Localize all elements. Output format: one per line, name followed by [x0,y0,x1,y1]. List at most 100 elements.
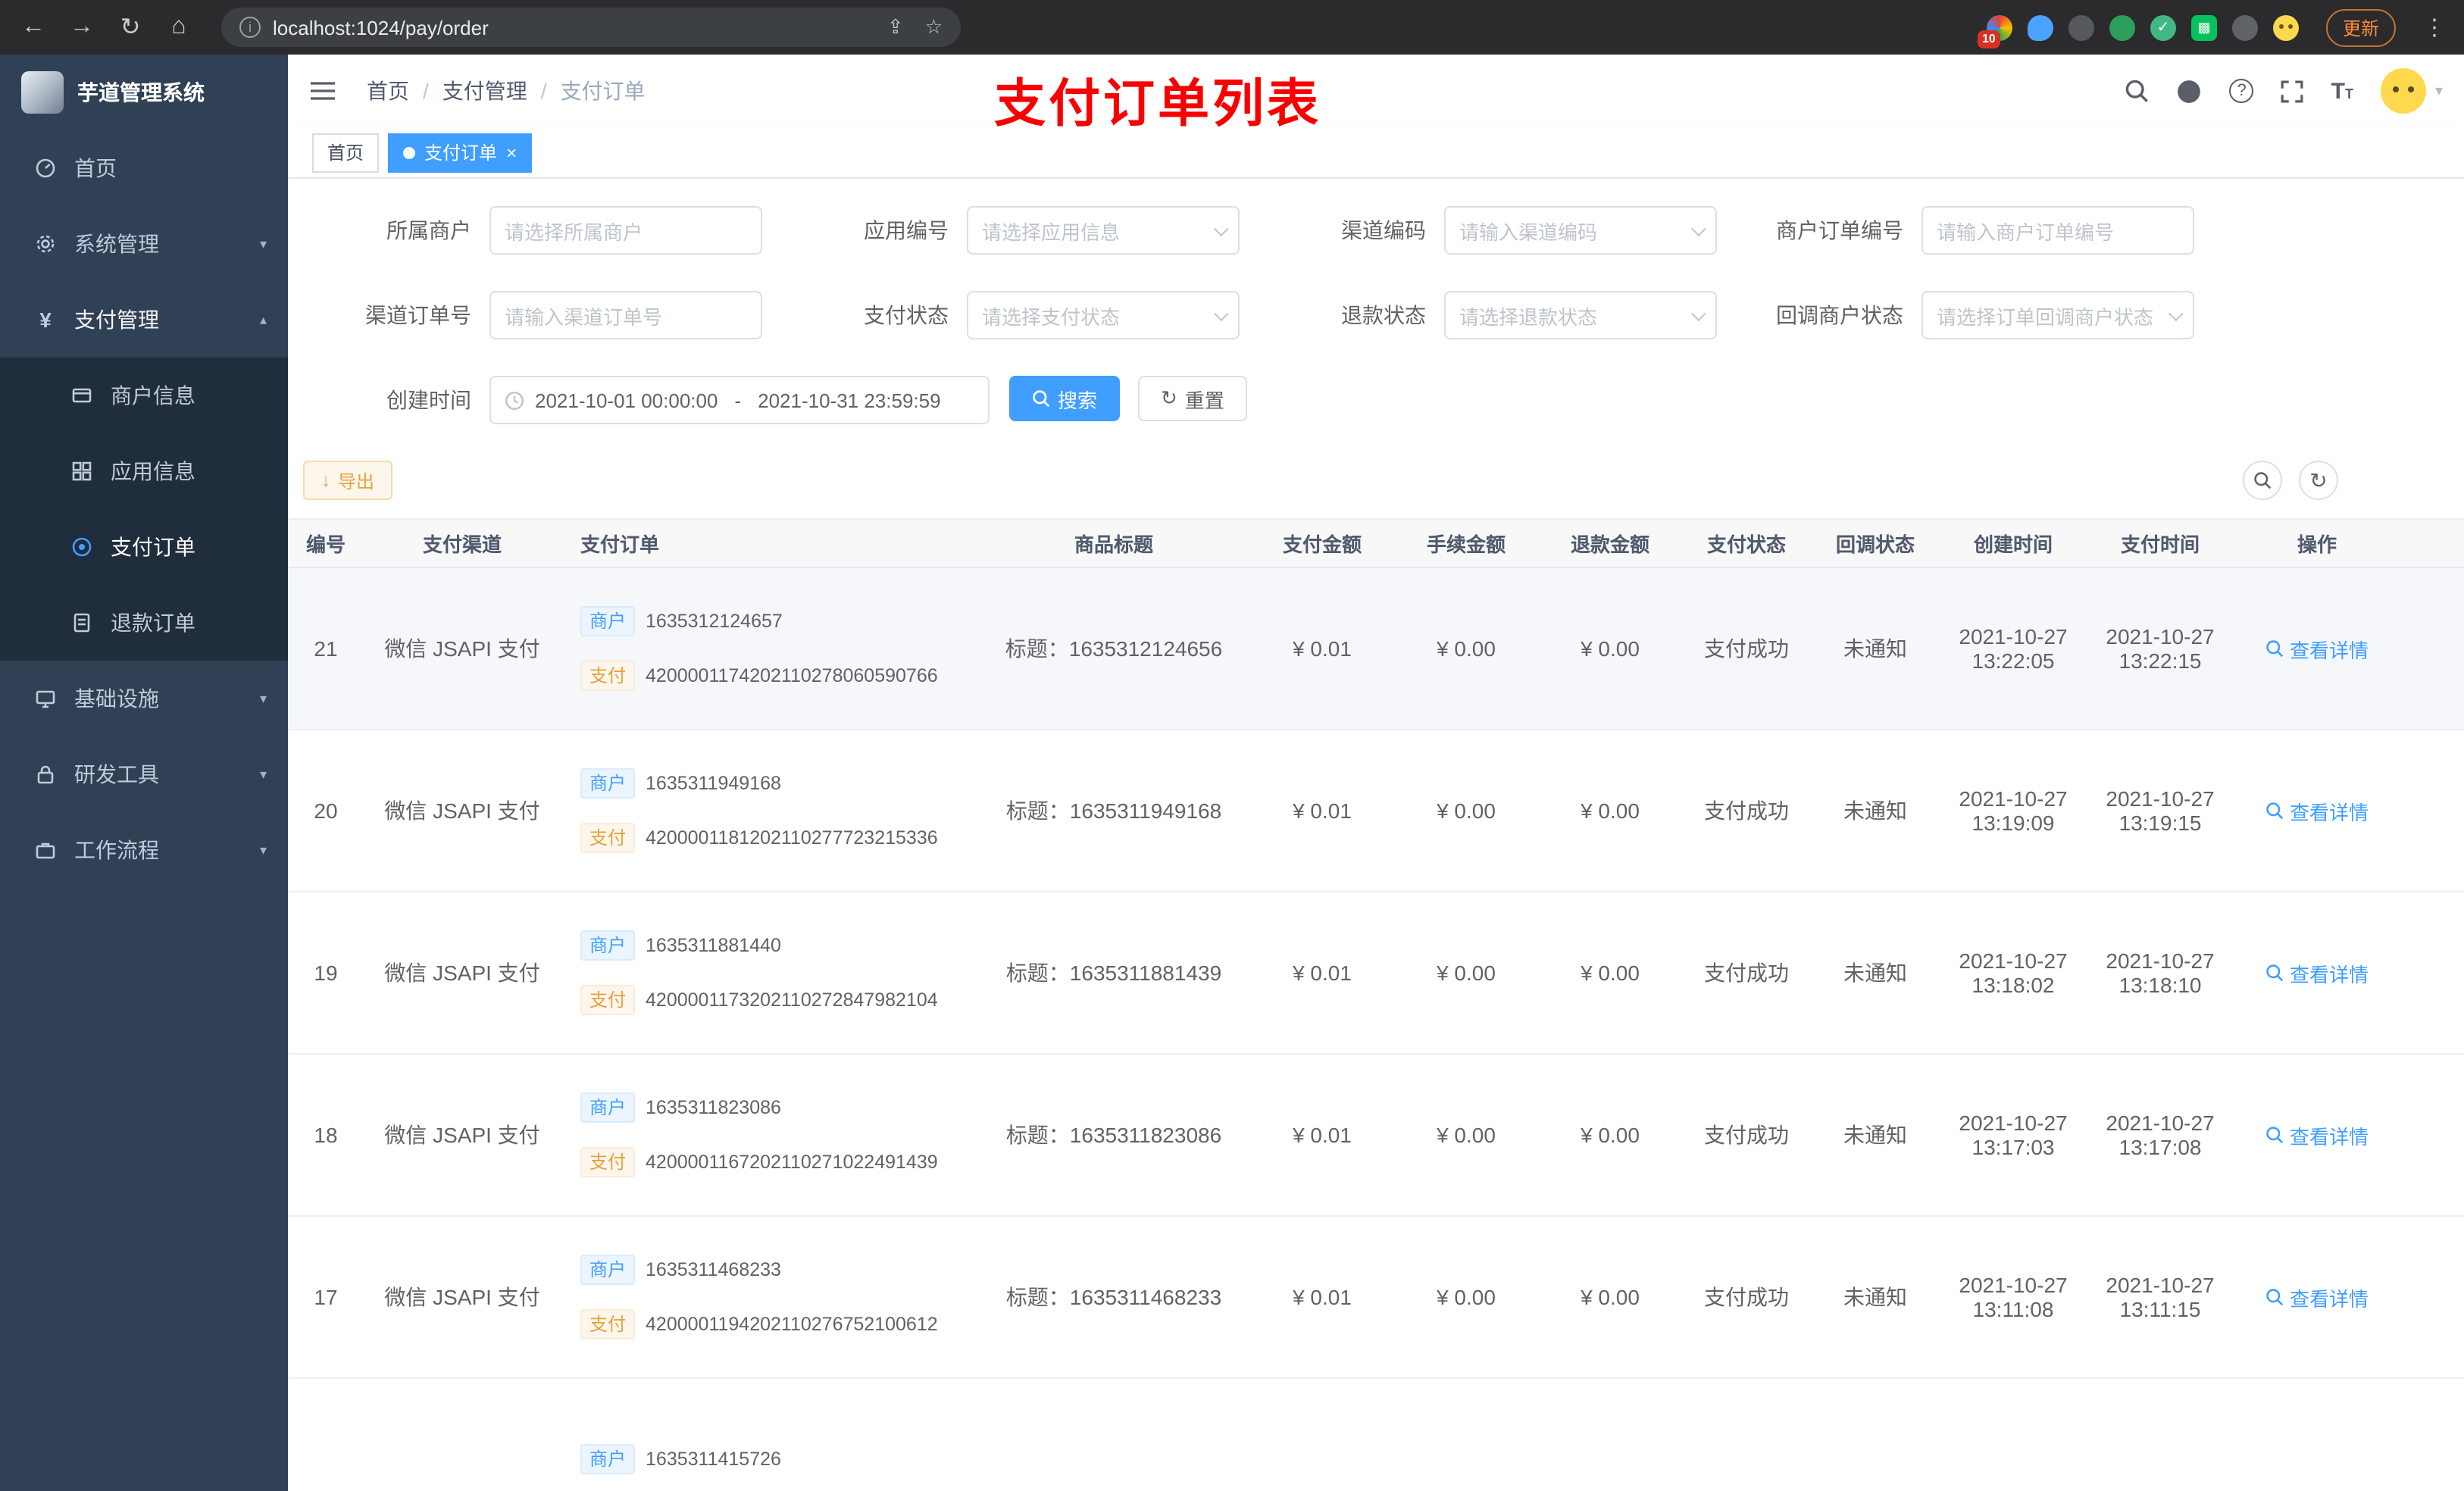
main-content: 所属商户 请选择所属商户 应用编号 请选择应用信息 渠道编码 请输入渠道编码 商… [288,179,2464,1491]
view-detail-link[interactable]: 查看详情 [2265,1283,2369,1311]
channel-pay-no: 4200001173202110272847982104 [646,989,938,1011]
grid-icon [67,461,97,482]
sidebar-item-merchant-info[interactable]: 商户信息 [0,358,288,433]
fee-amount: ¥ 0.00 [1437,636,1496,661]
refresh-table-button[interactable]: ↻ [2299,461,2338,500]
share-icon[interactable]: ⇪ [887,15,904,39]
sidebar-item-pay-order[interactable]: 支付订单 [0,509,288,585]
extension-vue-icon[interactable]: ✓ [2150,14,2176,40]
pay-channel: 微信 JSAPI 支付 [384,799,540,823]
export-button[interactable]: ↓ 导出 [303,461,393,500]
search-icon[interactable] [2125,79,2150,103]
notify-status: 未通知 [1843,636,1907,661]
reset-button[interactable]: ↻ 重置 [1138,376,1247,421]
sidebar-item-workflow[interactable]: 工作流程 ▾ [0,812,288,888]
date-start: 2021-10-01 00:00:00 [535,389,718,411]
refund-amount: ¥ 0.00 [1581,636,1640,661]
extension-green-icon[interactable] [2109,14,2135,40]
order-id: 17 [314,1285,338,1309]
refund-status-select[interactable]: 请选择退款状态 [1444,291,1717,339]
breadcrumb-home[interactable]: 首页 [367,76,409,106]
pay-order-cell: 商户 1635311823086 支付 42000011672021102710… [553,1092,977,1177]
notify-status: 未通知 [1843,1285,1907,1309]
extension-dark-icon[interactable] [2068,14,2094,40]
merchant-select[interactable]: 请选择所属商户 [489,206,762,255]
pay-status-select[interactable]: 请选择支付状态 [967,291,1240,339]
create-time: 2021-10-27 13:22:05 [1959,624,2068,673]
merchant-order-input[interactable]: 请输入商户订单编号 [1921,206,2194,255]
url-text: localhost:1024/pay/order [273,16,489,39]
site-info-icon[interactable]: i [239,17,261,38]
page-annotation: 支付订单列表 [994,76,1321,133]
refund-amount: ¥ 0.00 [1581,1123,1640,1147]
extension-face-icon[interactable] [2272,14,2299,40]
address-bar[interactable]: i localhost:1024/pay/order ⇪ ☆ [221,8,961,47]
view-detail-link[interactable]: 查看详情 [2265,958,2369,987]
tab-pay-order[interactable]: 支付订单 × [388,133,533,172]
font-size-icon[interactable]: TT [2331,78,2353,104]
search-toggle-button[interactable] [2243,461,2282,500]
breadcrumb-pay[interactable]: 支付管理 [442,76,527,106]
create-time-range-picker[interactable]: 2021-10-01 00:00:00 - 2021-10-31 23:59:5… [489,376,990,424]
extension-badge: 10 [1977,30,2000,48]
extension-puzzle-icon[interactable]: 10 [1977,14,2012,48]
create-time: 2021-10-27 13:19:09 [1959,786,2068,835]
channel-pay-no: 4200001181202110277723215336 [646,827,938,849]
order-id: 18 [314,1123,338,1147]
bookmark-star-icon[interactable]: ☆ [925,15,943,39]
sidebar-item-dev-tools[interactable]: 研发工具 ▾ [0,736,288,812]
fullscreen-icon[interactable] [2281,80,2304,102]
hamburger-icon[interactable] [288,79,358,103]
order-id: 20 [314,799,338,823]
view-detail-link[interactable]: 查看详情 [2265,1121,2369,1149]
merchant-order-no: 1635311468233 [646,1259,781,1280]
browser-menu-icon[interactable]: ⋮ [2423,14,2446,41]
view-detail-link[interactable]: 查看详情 [2265,796,2369,825]
sidebar-item-system[interactable]: 系统管理 ▾ [0,206,288,282]
extension-drop-icon[interactable] [2027,14,2053,40]
date-end: 2021-10-31 23:59:59 [758,389,941,411]
pay-status: 支付成功 [1704,636,1789,661]
channel-code-select[interactable]: 请输入渠道编码 [1444,206,1717,255]
tab-home[interactable]: 首页 [312,133,380,172]
browser-update-button[interactable]: 更新 [2325,8,2396,46]
extension-chat-icon[interactable]: ▩ [2190,14,2217,40]
pay-amount: ¥ 0.01 [1293,636,1352,661]
circle-dot-icon [67,536,97,558]
app-select[interactable]: 请选择应用信息 [967,206,1240,255]
magnifier-icon [2266,964,2284,982]
forward-icon[interactable]: → [67,14,97,41]
pay-status: 支付成功 [1704,961,1789,985]
github-icon[interactable] [2177,78,2203,104]
sidebar-item-home[interactable]: 首页 [0,130,288,206]
callback-status-select[interactable]: 请选择订单回调商户状态 [1921,291,2194,339]
active-dot [403,146,416,158]
view-detail-link[interactable]: 查看详情 [2265,634,2369,663]
help-icon[interactable]: ? [2229,79,2254,103]
channel-pay-no: 4200001167202110271022491439 [646,1152,938,1173]
back-icon[interactable]: ← [18,14,48,41]
document-icon [67,612,97,633]
refresh-icon[interactable]: ↻ [115,12,145,42]
breadcrumb-current: 支付订单 [560,79,646,103]
search-button[interactable]: 搜索 [1009,376,1121,421]
sidebar-item-refund-order[interactable]: 退款订单 [0,585,288,661]
channel-order-input[interactable]: 请输入渠道订单号 [489,291,762,339]
sidebar-item-infra[interactable]: 基础设施 ▾ [0,661,288,736]
chevron-down-icon [2168,305,2184,321]
avatar [2380,68,2426,114]
close-icon[interactable]: × [506,143,517,161]
app-logo[interactable]: 芋道管理系统 [0,55,288,130]
sidebar-item-payment[interactable]: ¥ 支付管理 ▴ [0,282,288,358]
browser-toolbar: ← → ↻ ⌂ i localhost:1024/pay/order ⇪ ☆ 1… [0,0,2464,55]
clock-icon [505,390,524,410]
channel-pay-no: 4200001194202110276752100612 [646,1314,938,1335]
app-title: 芋道管理系统 [77,80,205,105]
create-time: 2021-10-27 13:11:08 [1959,1273,2068,1321]
extension-pin-icon[interactable] [2231,14,2258,40]
table-row: 19 微信 JSAPI 支付 商户 1635311881440 支付 42000… [288,892,2464,1055]
sidebar-item-app-info[interactable]: 应用信息 [0,433,288,509]
goods-title: 标题：1635311881439 [1005,961,1222,985]
home-icon[interactable]: ⌂ [164,14,194,41]
user-menu[interactable]: ▾ [2380,68,2443,114]
